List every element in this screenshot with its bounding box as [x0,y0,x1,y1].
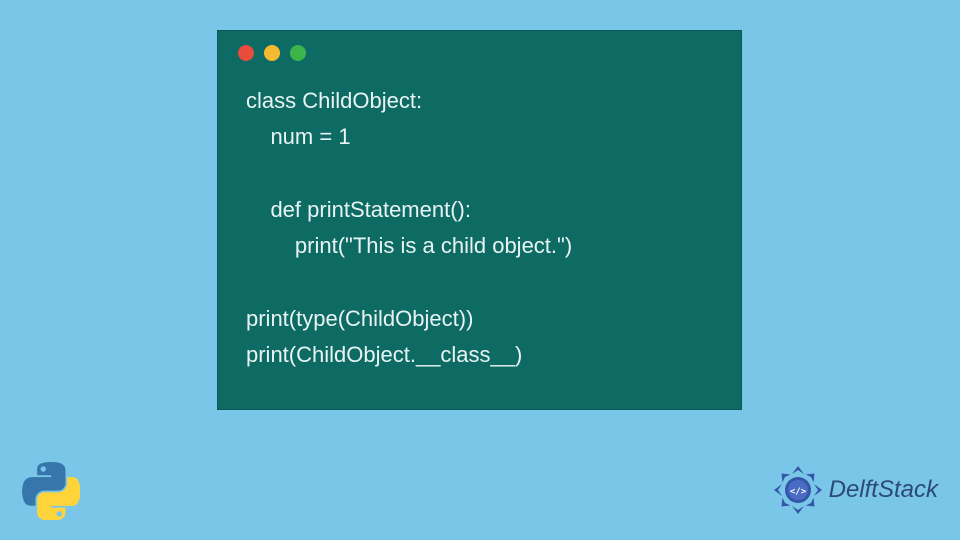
minimize-icon [264,45,280,61]
code-line: print(type(ChildObject)) [246,306,473,331]
maximize-icon [290,45,306,61]
code-line: def printStatement(): [246,197,471,222]
svg-text:</>: </> [789,487,806,497]
code-content: class ChildObject: num = 1 def printStat… [218,69,741,387]
brand-name: DelftStack [829,476,938,504]
brand-logo: </> DelftStack [773,465,938,515]
code-line: num = 1 [246,124,351,149]
python-logo-icon [22,462,80,520]
code-line: print("This is a child object.") [246,233,572,258]
code-window: class ChildObject: num = 1 def printStat… [217,30,742,410]
close-icon [238,45,254,61]
delftstack-icon: </> [773,465,823,515]
code-line: class ChildObject: [246,88,422,113]
code-line: print(ChildObject.__class__) [246,342,522,367]
window-controls [218,31,741,69]
